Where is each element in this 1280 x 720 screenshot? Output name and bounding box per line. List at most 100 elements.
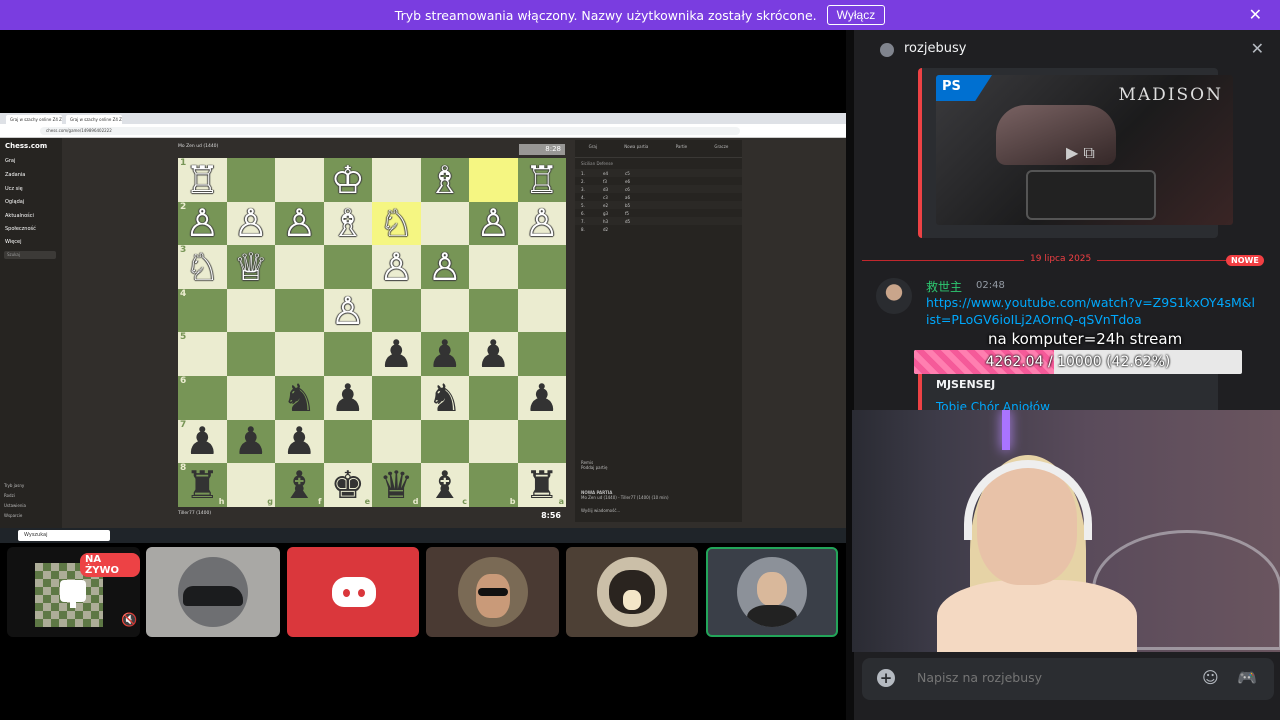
white-bishop-piece: ♗ [427,157,462,202]
participant-tiles: NA ŻYWO 🔇 [0,547,846,637]
taskbar-search: Wyszukaj [18,530,110,541]
browser-address-bar: chess.com/game/149896402222 [0,124,846,138]
footer-link: Wsparcie [4,513,23,518]
board-square [420,419,469,464]
move-san: c3 [603,194,608,200]
white-pawn-piece: ♙ [330,288,365,333]
message-avatar[interactable] [876,278,912,314]
move-row: 8. d2 [575,225,742,233]
board-square [517,332,566,376]
move-san: e6 [625,178,631,184]
black-bishop-piece: ♝ [282,462,317,507]
board-square [469,158,518,202]
url-text: chess.com/game/149896402222 [40,127,740,135]
close-icon[interactable]: ✕ [1249,6,1262,24]
screen-share-stream[interactable]: Graj w szachy online Z4 Zadko... Graj w … [0,113,846,543]
board-square: ♟ 7 [178,419,227,464]
board-square: ♟ [469,332,518,376]
board-square: ♜ a [517,463,566,507]
move-san: a6 [625,194,630,200]
nav-item: Zadania [5,172,26,178]
board-square [372,419,421,464]
app: Tryb streamowania włączony. Nazwy użytko… [0,0,1280,720]
black-pawn-piece: ♟ [233,419,268,464]
white-king-piece: ♔ [330,157,365,202]
move-san [625,227,647,232]
white-pawn-piece: ♙ [185,201,220,246]
black-pawn-piece: ♟ [524,375,559,420]
board-square: ♟ [275,419,324,464]
board-square [420,288,469,333]
video-embed[interactable]: PS MADISON ▶ ⧉ [918,68,1233,238]
board-square [372,158,421,202]
move-number: 2. [581,178,585,184]
board-square: ♙ [469,201,518,246]
emoji-icon[interactable]: ☺ [1202,668,1219,687]
tile-participant-car[interactable] [146,547,280,637]
board-square: ♚ e [323,462,372,507]
board-square [372,288,421,333]
board-square [469,245,518,289]
board-square [323,419,372,464]
move-san: c5 [625,170,630,176]
rank-label: 7 [180,419,187,430]
board-square: 5 [178,332,227,376]
playstation-icon: PS [936,75,992,101]
activities-icon[interactable]: 🎮 [1237,668,1257,687]
thread-icon [880,43,894,57]
board-square: ♞ [275,375,324,420]
footer-link: Rodzi [4,493,15,498]
bottom-player: Tiller77 (1400) [178,511,212,516]
white-pawn-piece: ♙ [282,201,317,246]
tile-screen-share[interactable]: NA ŻYWO 🔇 [7,547,140,637]
move-row: 4. c3 a6 [575,193,742,201]
file-label: d [412,496,419,506]
file-label: c [462,496,467,506]
move-number: 5. [581,202,585,208]
board-square: ♝ f [275,463,324,507]
progress-text: 4262.04 / 10000 (42.62%) [985,354,1171,370]
white-bishop-piece: ♗ [330,201,365,246]
move-list: 1. e4 c5 2. f3 e6 3. d3 c6 4. c3 a6 5. e2 b5 6. g3 f5 7. h3… [575,169,742,233]
board-square [469,419,518,464]
board-square [275,245,324,289]
rank-label: 3 [180,245,187,256]
file-label: f [318,496,322,506]
panel-tab: Gracze [714,144,729,149]
move-number: 7. [581,218,585,224]
white-rook-piece: ♖ [524,157,559,202]
black-pawn-piece: ♟ [282,419,317,464]
browser-tabbar: Graj w szachy online Z4 Zadko... Graj w … [0,113,846,124]
close-icon[interactable]: ✕ [1251,39,1264,58]
browser-tab: Graj w szachy online Z4 Zadko... [6,115,62,124]
tile-participant-discord[interactable] [287,547,419,637]
board-square [420,201,469,246]
message-author[interactable]: 救世主 [926,278,962,295]
message-link[interactable]: https://www.youtube.com/watch?v=Z9S1kxOY… [926,294,1256,328]
bottom-clock: 8:56 [541,511,561,520]
black-king-piece: ♚ [330,462,365,507]
board-square: ♜ 8 h [178,463,227,507]
board-square [226,375,275,420]
tile-participant-speaking[interactable] [706,547,838,637]
board-square: b [469,463,518,507]
tile-participant-sunglasses[interactable] [426,547,559,637]
board-square: 6 [178,375,227,420]
resign-button: Poddaj partię [581,465,608,470]
disable-streamer-mode-button[interactable]: Wyłącz [826,5,886,25]
panel-tabs: Graj Nowa partia Partie Gracze [575,140,742,158]
message-input[interactable] [917,670,1187,685]
move-number: 1. [581,170,585,176]
mute-icon[interactable]: 🔇 [121,613,137,628]
embed-thumbnail[interactable]: PS MADISON ▶ ⧉ [936,75,1233,225]
black-knight-piece: ♞ [282,375,317,420]
windows-taskbar: Wyszukaj [0,528,846,543]
play-icon[interactable]: ▶ ⧉ [1066,143,1095,163]
file-label: h [218,496,225,506]
add-attachment-icon[interactable]: + [877,669,895,687]
camera-image [1026,170,1156,220]
black-rook-piece: ♜ [185,462,220,507]
tile-participant-dog[interactable] [566,547,698,637]
panel-footer: Remis Poddaj partię NOWA PARTIA Mo Zen u… [575,452,742,522]
file-label: b [509,496,516,506]
